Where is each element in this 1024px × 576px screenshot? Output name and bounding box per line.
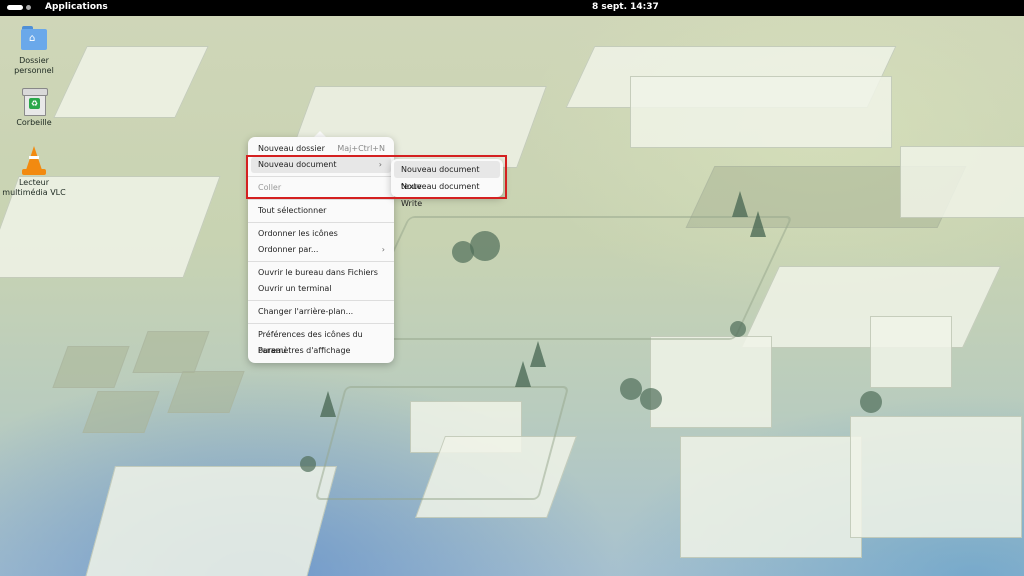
wallpaper-tree <box>620 378 642 400</box>
wallpaper-building <box>870 316 952 388</box>
submenu-item-new-write-document[interactable]: Nouveau document Write <box>391 178 503 208</box>
wallpaper-building <box>680 436 862 558</box>
wallpaper-building <box>53 46 209 118</box>
wallpaper-building <box>84 466 338 576</box>
menu-item-label: Ordonner par... <box>258 245 319 254</box>
applications-menu[interactable]: Applications <box>45 2 108 12</box>
desktop-icon-label: Corbeille <box>16 118 52 127</box>
top-bar: Applications 8 sept. 14:37 <box>0 0 1024 16</box>
menu-item-label: Nouveau dossier <box>258 144 325 153</box>
menu-item-label: Changer l'arrière-plan... <box>258 307 354 316</box>
desktop-context-menu: Nouveau dossier Maj+Ctrl+N Nouveau docum… <box>248 137 394 363</box>
menu-item-open-terminal[interactable]: Ouvrir un terminal <box>248 281 394 297</box>
wallpaper-tree <box>515 361 531 387</box>
desktop-icon-trash[interactable]: ♻ Corbeille <box>2 86 66 128</box>
menu-item-desktop-icon-preferences[interactable]: Préférences des icônes du bureau <box>248 327 394 355</box>
trash-icon: ♻ <box>19 86 49 116</box>
menu-item-change-background[interactable]: Changer l'arrière-plan... <box>248 304 394 320</box>
desktop-icon-home-folder[interactable]: ⌂ Dossier personnel <box>2 24 66 76</box>
wallpaper-road <box>314 386 570 500</box>
vlc-icon <box>19 146 49 176</box>
wallpaper-tree <box>732 191 748 217</box>
menu-item-open-desktop-in-files[interactable]: Ouvrir le bureau dans Fichiers <box>248 265 394 281</box>
desktop-icon-label: Dossier personnel <box>14 56 54 75</box>
menu-item-paste: Coller <box>248 180 394 196</box>
menu-separator <box>248 323 394 324</box>
wallpaper-tree <box>860 391 882 413</box>
menu-separator <box>248 176 394 177</box>
menu-item-label: Ordonner les icônes <box>258 229 338 238</box>
menu-item-label: Ouvrir un terminal <box>258 284 332 293</box>
wallpaper-building <box>167 371 245 413</box>
wallpaper-tree <box>750 211 766 237</box>
chevron-right-icon: › <box>378 160 382 169</box>
wallpaper-building <box>650 336 772 428</box>
chevron-right-icon: › <box>381 245 385 254</box>
menu-separator <box>248 300 394 301</box>
menu-item-label: Tout sélectionner <box>258 206 327 215</box>
wallpaper-tree <box>470 231 500 261</box>
new-document-submenu: Nouveau document texte Nouveau document … <box>391 159 503 208</box>
wallpaper-tree <box>640 388 662 410</box>
menu-item-select-all[interactable]: Tout sélectionner <box>248 203 394 219</box>
wallpaper-building <box>850 416 1022 538</box>
wallpaper-building <box>52 346 130 388</box>
menu-item-label: Coller <box>258 183 282 192</box>
wallpaper-tree <box>452 241 474 263</box>
menu-item-new-folder[interactable]: Nouveau dossier Maj+Ctrl+N <box>248 141 394 157</box>
menu-separator <box>248 199 394 200</box>
menu-item-accelerator: Maj+Ctrl+N <box>337 144 385 153</box>
wallpaper-tree <box>320 391 336 417</box>
wallpaper-building <box>132 331 210 373</box>
workspace-dot <box>26 5 31 10</box>
menu-item-new-document[interactable]: Nouveau document › <box>251 157 391 173</box>
menu-separator <box>248 261 394 262</box>
submenu-item-new-text-document[interactable]: Nouveau document texte <box>394 161 500 191</box>
desktop-icon-label: Lecteur multimédia VLC <box>2 178 66 197</box>
desktop-wallpaper[interactable] <box>0 16 1024 576</box>
clock[interactable]: 8 sept. 14:37 <box>592 2 659 12</box>
wallpaper-tree <box>300 456 316 472</box>
menu-item-label: Ouvrir le bureau dans Fichiers <box>258 268 378 277</box>
menu-item-label: Paramètres d'affichage <box>258 346 351 355</box>
menu-separator <box>248 222 394 223</box>
menu-item-arrange-icons[interactable]: Ordonner les icônes <box>248 226 394 242</box>
wallpaper-building <box>82 391 160 433</box>
menu-item-display-settings[interactable]: Paramètres d'affichage <box>248 343 394 359</box>
workspace-indicator[interactable] <box>7 5 31 10</box>
menu-item-arrange-by[interactable]: Ordonner par... › <box>248 242 394 258</box>
wallpaper-tree <box>730 321 746 337</box>
folder-home-icon: ⌂ <box>19 24 49 54</box>
desktop-icon-vlc[interactable]: Lecteur multimédia VLC <box>2 146 66 198</box>
workspace-active-dot <box>7 5 23 10</box>
wallpaper-road <box>351 216 793 340</box>
wallpaper-building <box>900 146 1024 218</box>
wallpaper-tree <box>530 341 546 367</box>
menu-item-label: Nouveau document <box>258 160 337 169</box>
wallpaper-building <box>630 76 892 148</box>
